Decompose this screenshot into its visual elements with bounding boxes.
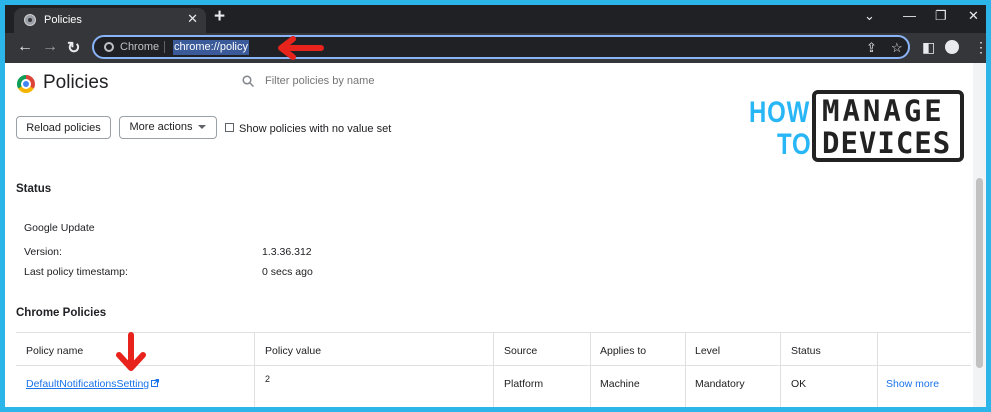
red-arrow-icon	[116, 332, 146, 371]
column-header-status: Status	[791, 345, 821, 357]
chrome-menu-icon[interactable]: ⋮	[974, 39, 986, 56]
chrome-policies-heading: Chrome Policies	[16, 307, 107, 319]
status-heading: Status	[16, 183, 52, 195]
howtomanagedevices-logo: HOW TO MANAGE DEVICES	[749, 90, 964, 162]
timestamp-value: 0 secs ago	[262, 266, 313, 278]
policy-source: Platform	[504, 378, 544, 390]
status-source-title: Google Update	[24, 222, 95, 234]
show-unset-policies-checkbox[interactable]	[225, 123, 234, 132]
chrome-site-icon	[104, 42, 114, 52]
window-close-icon[interactable]: ✕	[968, 8, 979, 24]
policy-applies-to: Machine	[600, 378, 640, 390]
policy-value: 2	[265, 374, 271, 384]
logo-to-text: TO	[777, 128, 812, 161]
tab-title: Policies	[44, 14, 82, 26]
external-link-icon[interactable]	[151, 379, 159, 387]
page-title: Policies	[43, 72, 109, 93]
reload-policies-button[interactable]: Reload policies	[16, 116, 111, 139]
show-unset-policies-label: Show policies with no value set	[239, 123, 392, 135]
url-text[interactable]: chrome://policy	[173, 40, 249, 55]
column-header-source: Source	[504, 345, 538, 357]
column-divider	[493, 332, 494, 407]
column-divider	[685, 332, 686, 407]
restore-icon[interactable]: ❐	[935, 8, 947, 24]
logo-box: MANAGE DEVICES	[812, 90, 964, 162]
profile-avatar-icon[interactable]	[945, 40, 959, 54]
logo-how-text: HOW	[749, 96, 811, 129]
column-divider	[590, 332, 591, 407]
toolbar: ← → ↻ Chrome chrome://policy ⇪ ☆ ◧ ⋮	[5, 33, 986, 63]
minimize-icon[interactable]: —	[903, 8, 916, 23]
scheme-label: Chrome	[120, 41, 160, 53]
chrome-favicon-icon	[24, 14, 36, 26]
new-tab-button[interactable]: +	[214, 6, 225, 28]
column-header-policy-name: Policy name	[26, 345, 84, 357]
logo-devices-text: DEVICES	[822, 126, 952, 160]
more-actions-button[interactable]: More actions	[119, 116, 217, 139]
chrome-logo-icon	[17, 75, 35, 93]
column-header-level: Level	[695, 345, 721, 357]
timestamp-label: Last policy timestamp:	[24, 266, 128, 278]
title-bar: Policies ✕ + ⌄ — ❐ ✕	[5, 5, 986, 33]
column-header-applies-to: Applies to	[600, 345, 647, 357]
bookmark-star-icon[interactable]: ☆	[891, 40, 903, 56]
policy-level: Mandatory	[695, 378, 745, 390]
forward-icon[interactable]: →	[42, 38, 58, 56]
logo-manage-text: MANAGE	[822, 94, 945, 128]
side-panel-icon[interactable]: ◧	[922, 39, 935, 56]
scrollbar-thumb[interactable]	[976, 178, 983, 368]
tab-policies[interactable]: Policies ✕	[14, 8, 206, 33]
show-more-link[interactable]: Show more	[886, 378, 939, 390]
tab-close-icon[interactable]: ✕	[187, 11, 198, 27]
tab-search-icon[interactable]: ⌄	[864, 8, 875, 24]
version-label: Version:	[24, 246, 62, 258]
share-icon[interactable]: ⇪	[866, 40, 877, 56]
reload-icon[interactable]: ↻	[67, 38, 80, 58]
more-actions-label: More actions	[129, 121, 193, 133]
red-arrow-icon	[278, 36, 324, 60]
address-bar[interactable]: Chrome chrome://policy ⇪ ☆	[92, 35, 910, 59]
page-scrollbar[interactable]	[973, 63, 986, 407]
back-icon[interactable]: ←	[17, 38, 33, 56]
column-divider	[254, 332, 255, 407]
search-icon	[242, 75, 254, 87]
omnibox-divider	[164, 41, 165, 53]
browser-window: Policies ✕ + ⌄ — ❐ ✕ ← → ↻ Chrome chrome…	[5, 5, 986, 407]
column-header-policy-value: Policy value	[265, 345, 322, 357]
column-divider	[877, 332, 878, 407]
version-value: 1.3.36.312	[262, 246, 312, 258]
column-divider	[780, 332, 781, 407]
filter-policies-input[interactable]	[265, 75, 465, 87]
chevron-down-icon	[198, 125, 207, 130]
policy-name-link[interactable]: DefaultNotificationsSetting	[26, 378, 149, 390]
policy-status: OK	[791, 378, 807, 390]
